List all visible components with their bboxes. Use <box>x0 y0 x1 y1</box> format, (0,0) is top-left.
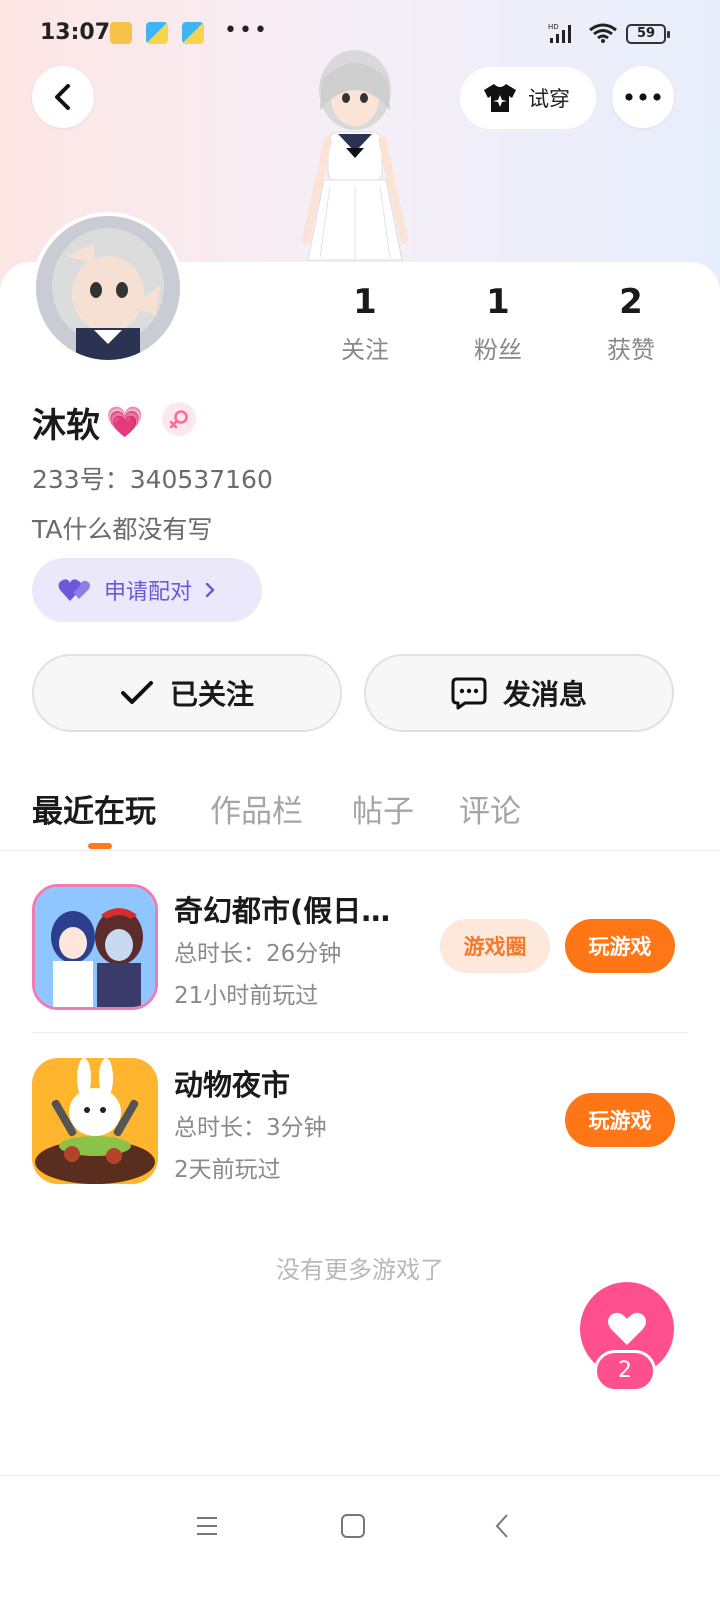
chat-bubble-icon <box>451 677 487 710</box>
send-message-label: 发消息 <box>502 678 587 711</box>
like-count-badge: 2 <box>594 1350 656 1392</box>
game-icon <box>32 1058 158 1184</box>
chevron-left-icon <box>55 84 70 110</box>
back-button[interactable] <box>32 66 94 128</box>
avatar[interactable] <box>32 212 184 364</box>
tab-comments[interactable]: 评论 <box>459 786 521 831</box>
game-circle-button[interactable]: 游戏圈 <box>440 919 550 973</box>
avatar-character-figure <box>302 50 408 261</box>
stat-followers[interactable]: 1 粉丝 <box>443 282 553 365</box>
following-button[interactable]: 已关注 <box>32 654 342 732</box>
tshirt-icon <box>484 84 516 112</box>
check-icon <box>120 681 153 704</box>
request-pairing-label: 申请配对 <box>104 580 193 605</box>
tab-works[interactable]: 作品栏 <box>210 786 303 831</box>
notification-app-icon <box>146 22 168 44</box>
list-item[interactable]: 奇幻都市(假日… 总时长：26分钟 21小时前玩过 游戏圈 玩游戏 <box>0 870 720 1020</box>
play-game-button[interactable]: 玩游戏 <box>565 1093 675 1147</box>
status-time: 13:07 <box>40 20 111 45</box>
wifi-icon <box>589 23 617 43</box>
more-dots-icon <box>625 93 661 101</box>
home-button[interactable] <box>333 1506 373 1546</box>
game-last-played: 2天前玩过 <box>174 1157 281 1183</box>
stat-following-count: 1 <box>353 282 377 322</box>
svg-text:HD: HD <box>548 23 559 31</box>
stat-following-label: 关注 <box>341 336 389 364</box>
user-bio: TA什么都没有写 <box>32 515 213 544</box>
square-home-icon <box>341 1514 365 1538</box>
list-divider <box>32 1032 688 1033</box>
heart-icon <box>608 1312 646 1345</box>
system-navigation-bar <box>0 1475 720 1600</box>
game-icon <box>32 884 158 1010</box>
notification-app-icon <box>110 22 132 44</box>
game-name: 奇幻都市(假日… <box>174 894 391 928</box>
chevron-left-icon <box>495 1514 508 1538</box>
stat-likes[interactable]: 2 获赞 <box>576 282 686 365</box>
game-duration: 总时长：26分钟 <box>174 941 342 967</box>
system-back-button[interactable] <box>482 1506 522 1546</box>
list-item[interactable]: 动物夜市 总时长：3分钟 2天前玩过 玩游戏 <box>0 1044 720 1194</box>
following-label: 已关注 <box>169 678 254 711</box>
tabs-divider <box>0 850 720 851</box>
stat-likes-label: 获赞 <box>607 336 655 364</box>
tab-posts[interactable]: 帖子 <box>352 786 414 831</box>
play-game-button[interactable]: 玩游戏 <box>565 919 675 973</box>
game-duration: 总时长：3分钟 <box>174 1115 327 1141</box>
game-name: 动物夜市 <box>174 1068 291 1102</box>
recent-apps-button[interactable] <box>187 1506 227 1546</box>
more-options-button[interactable] <box>612 66 674 128</box>
nickname-text: 沐软 <box>32 406 100 446</box>
no-more-games-text: 没有更多游戏了 <box>276 1256 444 1284</box>
stat-likes-count: 2 <box>619 282 643 322</box>
user-id: 233号：340537160 <box>32 465 273 494</box>
stat-followers-label: 粉丝 <box>474 336 522 364</box>
try-on-label: 试穿 <box>528 87 570 111</box>
double-heart-icon <box>58 579 90 601</box>
send-message-button[interactable]: 发消息 <box>364 654 674 732</box>
try-on-button[interactable]: 试穿 <box>460 67 596 129</box>
menu-lines-icon <box>197 1517 217 1535</box>
tab-recently-played[interactable]: 最近在玩 <box>32 786 156 831</box>
female-gender-icon <box>162 402 196 436</box>
avatar-image <box>36 216 180 360</box>
stat-following[interactable]: 1 关注 <box>310 282 420 365</box>
nickname: 沐软 💗 <box>32 398 143 447</box>
active-tab-indicator <box>88 843 112 849</box>
more-notifications-icon: ••• <box>224 18 269 43</box>
stat-followers-count: 1 <box>486 282 510 322</box>
notification-app-icon <box>182 22 204 44</box>
request-pairing-button[interactable]: 申请配对 <box>32 558 262 622</box>
signal-icon: HD <box>548 23 571 43</box>
chevron-right-icon <box>205 582 215 598</box>
game-last-played: 21小时前玩过 <box>174 983 319 1009</box>
battery-indicator: 59 <box>626 24 670 44</box>
pink-heart-emoji: 💗 <box>106 405 144 440</box>
